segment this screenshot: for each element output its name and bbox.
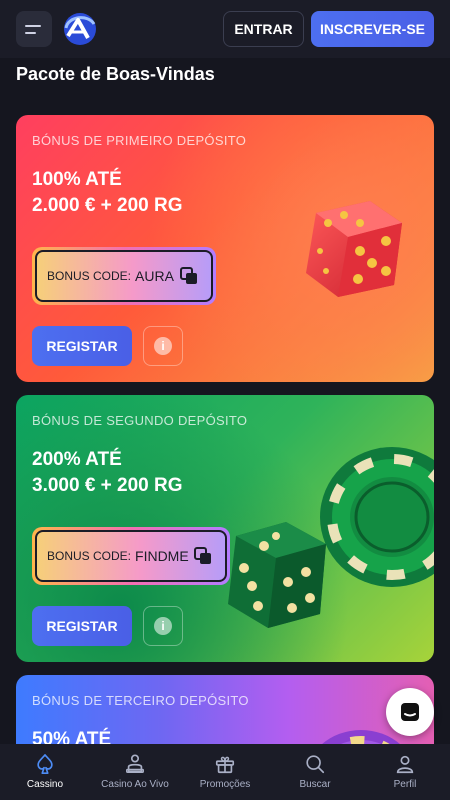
hamburger-icon-short <box>25 31 36 34</box>
info-button[interactable]: i <box>143 326 183 366</box>
nav-item-casino-ao-vivo[interactable]: Casino Ao Vivo <box>90 744 180 800</box>
nav-item-promocoes[interactable]: Promoções <box>180 744 270 800</box>
search-icon <box>306 755 325 774</box>
chat-button[interactable] <box>386 688 434 736</box>
login-button[interactable]: ENTRAR <box>223 11 304 47</box>
bonus-amount: 3.000 € + 200 RG <box>32 475 183 496</box>
dice-illustration <box>306 201 402 297</box>
page-title: Pacote de Boas-Vindas <box>16 64 215 84</box>
bottom-nav: Cassino Casino Ao Vivo Promoções Buscar … <box>0 744 450 800</box>
nav-label: Casino Ao Vivo <box>101 779 169 790</box>
bonus-code-label: BONUS CODE: <box>47 269 132 283</box>
user-icon <box>396 755 414 774</box>
logo-icon <box>64 13 96 45</box>
bonus-code-value: AURA <box>135 268 174 284</box>
nav-item-cassino[interactable]: Cassino <box>0 744 90 800</box>
nav-item-perfil[interactable]: Perfil <box>360 744 450 800</box>
bonus-code-value: FINDME <box>135 548 189 564</box>
info-button[interactable]: i <box>143 606 183 646</box>
dealer-icon <box>126 754 144 773</box>
card-tag: BÓNUS DE PRIMEIRO DEPÓSITO <box>32 133 247 148</box>
signup-button[interactable]: INSCREVER-SE <box>311 11 434 47</box>
register-button[interactable]: REGISTAR <box>32 326 132 366</box>
spade-icon <box>37 754 53 774</box>
card-tag: BÓNUS DE TERCEIRO DEPÓSITO <box>32 693 249 708</box>
dice-illustration <box>228 522 326 628</box>
logo[interactable] <box>58 10 102 48</box>
gift-icon <box>215 756 235 774</box>
bonus-percent: 100% ATÉ <box>32 169 122 190</box>
copy-icon[interactable] <box>194 547 212 565</box>
register-button[interactable]: REGISTAR <box>32 606 132 646</box>
nav-label: Buscar <box>299 779 331 790</box>
bonus-card-second: BÓNUS DE SEGUNDO DEPÓSITO 200% ATÉ 3.000… <box>16 395 434 662</box>
bonus-card-first: BÓNUS DE PRIMEIRO DEPÓSITO 100% ATÉ 2.00… <box>16 115 434 382</box>
nav-item-buscar[interactable]: Buscar <box>270 744 360 800</box>
info-icon: i <box>154 617 172 635</box>
bonus-amount: 2.000 € + 200 RG <box>32 195 183 216</box>
nav-label: Promoções <box>199 779 251 790</box>
chat-icon <box>401 703 419 721</box>
bonus-code-label: BONUS CODE: <box>47 549 132 563</box>
copy-icon[interactable] <box>180 267 198 285</box>
hamburger-icon <box>25 24 41 27</box>
card-tag: BÓNUS DE SEGUNDO DEPÓSITO <box>32 413 248 428</box>
bonus-percent: 200% ATÉ <box>32 449 122 470</box>
top-header: ENTRAR INSCREVER-SE <box>0 0 450 58</box>
bonus-code-box[interactable]: BONUS CODE: FINDME <box>32 527 230 585</box>
bonus-code-box[interactable]: BONUS CODE: AURA <box>32 247 216 305</box>
nav-label: Perfil <box>393 779 417 790</box>
menu-button[interactable] <box>16 11 52 47</box>
nav-label: Cassino <box>26 779 64 790</box>
info-icon: i <box>154 337 172 355</box>
